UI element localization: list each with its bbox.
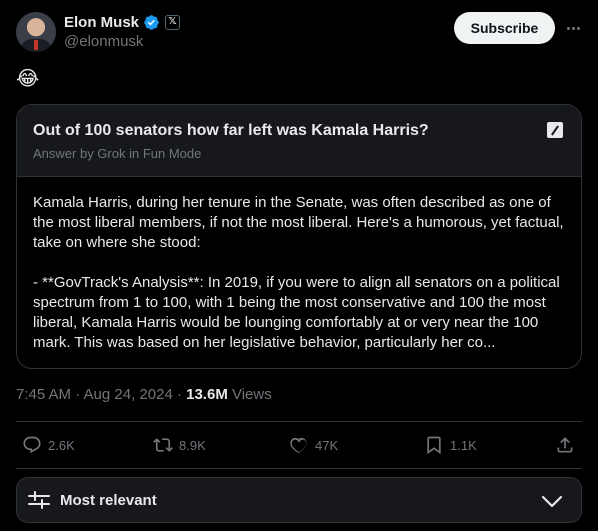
- post: Elon Musk 𝕏 @elonmusk Subscribe 😂 Out of…: [0, 0, 598, 531]
- author-name[interactable]: Elon Musk: [64, 14, 139, 31]
- grok-card-subtitle: Answer by Grok in Fun Mode: [33, 146, 202, 161]
- share-button[interactable]: [555, 434, 575, 456]
- grok-card-header: Out of 100 senators how far left was Kam…: [17, 105, 581, 177]
- subscribe-button[interactable]: Subscribe: [454, 12, 555, 44]
- like-button[interactable]: 47K: [289, 434, 338, 456]
- grok-icon: [547, 122, 563, 138]
- like-count: 47K: [315, 437, 339, 453]
- like-icon: [290, 437, 307, 454]
- grok-answer-card[interactable]: Out of 100 senators how far left was Kam…: [16, 104, 582, 369]
- author-handle[interactable]: @elonmusk: [64, 33, 143, 50]
- post-timestamp[interactable]: 7:45 AM · Aug 24, 2024 ·: [16, 386, 186, 403]
- divider: [16, 468, 582, 469]
- repost-count: 8.9K: [179, 437, 206, 453]
- repost-button[interactable]: 8.9K: [153, 434, 206, 456]
- bookmark-button[interactable]: 1.1K: [424, 434, 477, 456]
- reply-button[interactable]: 2.6K: [22, 434, 75, 456]
- reply-sort-dropdown[interactable]: Most relevant: [16, 477, 582, 523]
- reply-count: 2.6K: [48, 437, 75, 453]
- grok-answer-paragraph: - **GovTrack's Analysis**: In 2019, if y…: [33, 274, 560, 351]
- author-name-row: Elon Musk 𝕏: [64, 12, 181, 32]
- grok-card-title: Out of 100 senators how far left was Kam…: [33, 122, 429, 139]
- verified-badge-icon: [144, 14, 159, 30]
- x-logo-icon: 𝕏: [165, 14, 181, 30]
- action-bar: 2.6K 8.9K 47K 1.1K: [16, 422, 582, 468]
- bookmark-count: 1.1K: [450, 437, 477, 453]
- avatar[interactable]: [16, 12, 56, 52]
- views-count: 13.6M: [186, 386, 228, 403]
- views-label: Views: [227, 386, 272, 403]
- post-meta: 7:45 AM · Aug 24, 2024 · 13.6M Views: [16, 386, 272, 403]
- more-icon[interactable]: [562, 18, 584, 38]
- share-icon: [557, 437, 573, 453]
- bookmark-icon: [427, 436, 441, 455]
- grok-card-body: Kamala Harris, during her tenure in the …: [17, 177, 581, 353]
- post-text: 😂: [16, 68, 40, 90]
- repost-icon: [153, 438, 173, 452]
- avatar-tie: [34, 40, 38, 50]
- grok-answer-paragraph: Kamala Harris, during her tenure in the …: [33, 194, 564, 251]
- filter-icon: [28, 491, 50, 509]
- reply-icon: [23, 436, 41, 454]
- chevron-down-icon: [541, 495, 563, 508]
- reply-sort-label: Most relevant: [60, 492, 157, 509]
